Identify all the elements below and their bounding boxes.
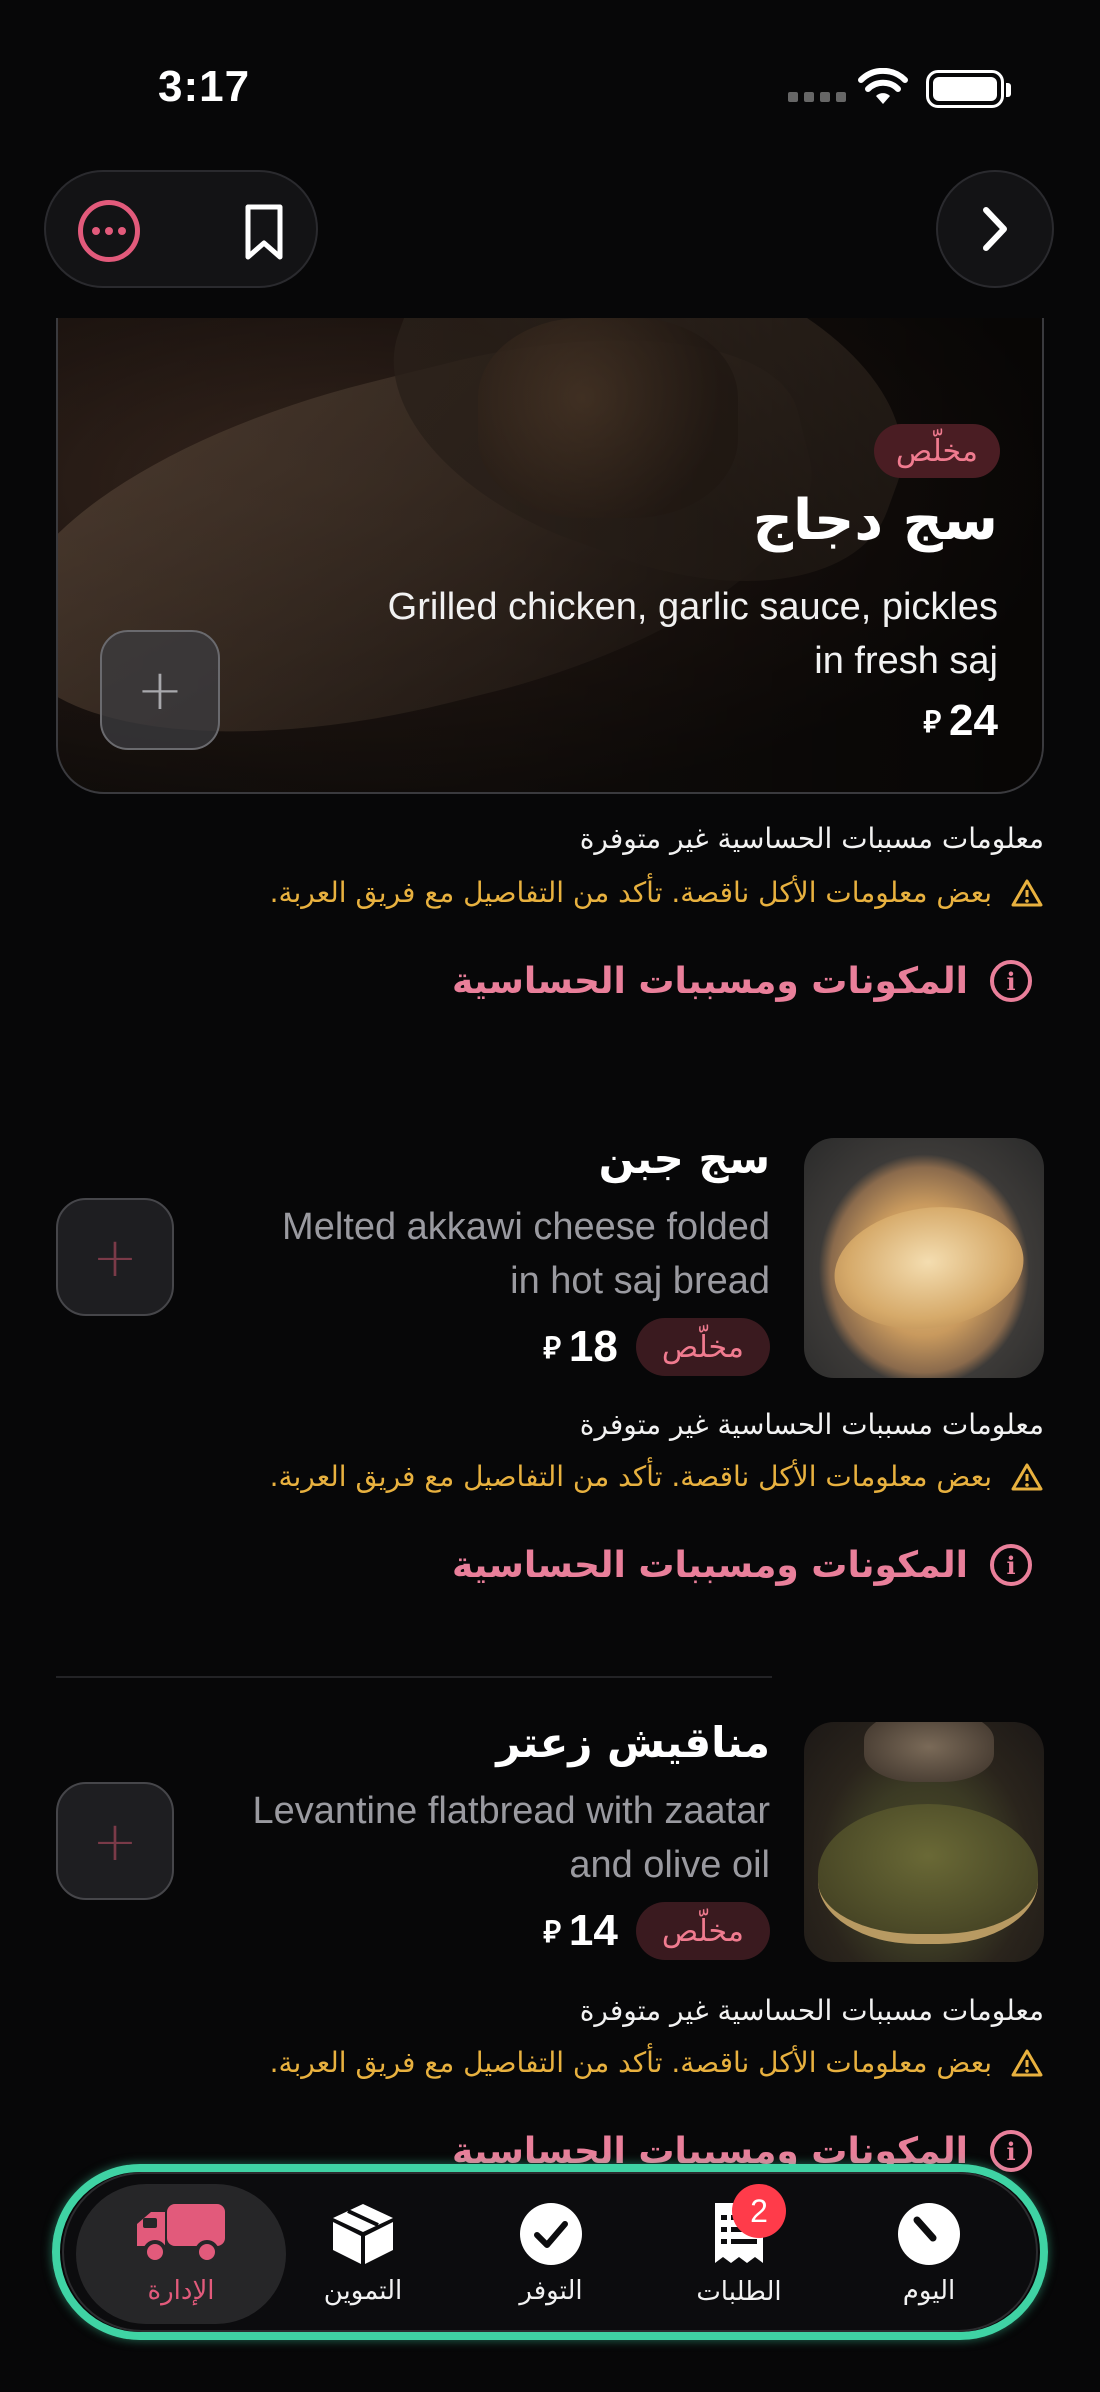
- price-value: 18: [568, 1322, 618, 1371]
- ingredients-allergens-link[interactable]: i المكونات ومسببات الحساسية: [452, 960, 1032, 1002]
- status-badge: مخلّص: [873, 424, 1000, 478]
- info-icon: i: [990, 1544, 1032, 1586]
- battery-icon: [926, 70, 1011, 108]
- truck-icon: [137, 2204, 225, 2264]
- item-photo: [804, 1138, 1044, 1378]
- forward-button[interactable]: [936, 170, 1054, 288]
- item-description: Melted akkawi cheese folded in hot saj b…: [282, 1206, 770, 1302]
- tab-orders[interactable]: الطلبات 2: [644, 2174, 834, 2334]
- check-circle-icon: [520, 2203, 582, 2265]
- add-to-cart-button[interactable]: +: [56, 1782, 174, 1900]
- warning-icon: [1011, 1463, 1043, 1490]
- tab-label: اليوم: [902, 2276, 956, 2306]
- tab-label: الإدارة: [147, 2276, 215, 2306]
- bookmark-icon[interactable]: [234, 200, 294, 264]
- tab-label: الطلبات: [696, 2277, 782, 2307]
- notification-badge: 2: [732, 2184, 786, 2238]
- tab-label: التوفر: [519, 2276, 583, 2306]
- box-icon: [333, 2204, 393, 2264]
- status-time: 3:17: [158, 62, 251, 111]
- allergen-info-title: معلومات مسببات الحساسية غير متوفرة: [579, 822, 1044, 855]
- item-title: سج جبن: [598, 1134, 770, 1183]
- warning-icon: [1011, 2049, 1043, 2076]
- warning-text: بعض معلومات الأكل ناقصة. تأكد من التفاصي…: [269, 1460, 992, 1493]
- tab-supply[interactable]: التموين: [268, 2174, 458, 2334]
- price-value: 14: [568, 1906, 618, 1955]
- tab-bar: الإدارة التموين التوفر الطلبات 2 اليوم: [62, 2172, 1038, 2332]
- cellular-signal-icon: [788, 92, 846, 102]
- ingredients-link-label: المكونات ومسببات الحساسية: [451, 1544, 968, 1586]
- riyal-icon: ⃁: [923, 705, 942, 739]
- allergen-warning: بعض معلومات الأكل ناقصة. تأكد من التفاصي…: [270, 1460, 1044, 1493]
- featured-item-card[interactable]: مخلّص سج دجاج Grilled chicken, garlic sa…: [56, 318, 1044, 794]
- add-to-cart-button[interactable]: +: [100, 630, 220, 750]
- tab-today[interactable]: اليوم: [834, 2174, 1024, 2334]
- warning-icon: [1011, 879, 1043, 906]
- item-title: مناقيش زعتر: [496, 1718, 770, 1767]
- wifi-icon: [858, 68, 908, 104]
- tab-management[interactable]: الإدارة: [76, 2184, 286, 2324]
- allergen-info-title: معلومات مسببات الحساسية غير متوفرة: [579, 1994, 1044, 2027]
- info-icon: i: [990, 960, 1032, 1002]
- riyal-icon: ⃁: [543, 1331, 561, 1365]
- gauge-icon: [898, 2203, 960, 2265]
- riyal-icon: ⃁: [543, 1915, 561, 1949]
- item-description: Levantine flatbread with zaatar and oliv…: [252, 1790, 770, 1886]
- more-icon[interactable]: [78, 200, 140, 262]
- item-meta: ⃁ 18 مخلّص: [543, 1318, 770, 1376]
- divider: [56, 1676, 772, 1678]
- allergen-warning: بعض معلومات الأكل ناقصة. تأكد من التفاصي…: [270, 2046, 1044, 2079]
- add-to-cart-button[interactable]: +: [56, 1198, 174, 1316]
- item-price: ⃁ 24: [923, 696, 998, 746]
- warning-text: بعض معلومات الأكل ناقصة. تأكد من التفاصي…: [269, 876, 992, 909]
- warning-text: بعض معلومات الأكل ناقصة. تأكد من التفاصي…: [269, 2046, 992, 2079]
- item-photo: [804, 1722, 1044, 1962]
- item-price: ⃁ 18: [543, 1322, 618, 1372]
- allergen-warning: بعض معلومات الأكل ناقصة. تأكد من التفاصي…: [270, 876, 1044, 909]
- ingredients-allergens-link[interactable]: i المكونات ومسببات الحساسية: [452, 1544, 1032, 1586]
- status-badge: مخلّص: [635, 1902, 770, 1960]
- info-icon: i: [990, 2130, 1032, 2172]
- allergen-info-title: معلومات مسببات الحساسية غير متوفرة: [579, 1408, 1044, 1441]
- status-bar: 3:17: [0, 0, 1100, 150]
- item-title: سج دجاج: [752, 488, 998, 553]
- item-meta: ⃁ 14 مخلّص: [543, 1902, 770, 1960]
- top-actions-pill: [44, 170, 318, 288]
- price-value: 24: [949, 696, 998, 745]
- tab-availability[interactable]: التوفر: [456, 2174, 646, 2334]
- tab-label: التموين: [323, 2276, 403, 2306]
- chevron-right-icon: [983, 207, 1007, 251]
- status-badge: مخلّص: [635, 1318, 770, 1376]
- item-price: ⃁ 14: [543, 1906, 618, 1956]
- ingredients-link-label: المكونات ومسببات الحساسية: [451, 960, 968, 1002]
- item-description: Grilled chicken, garlic sauce, pickles i…: [387, 586, 998, 682]
